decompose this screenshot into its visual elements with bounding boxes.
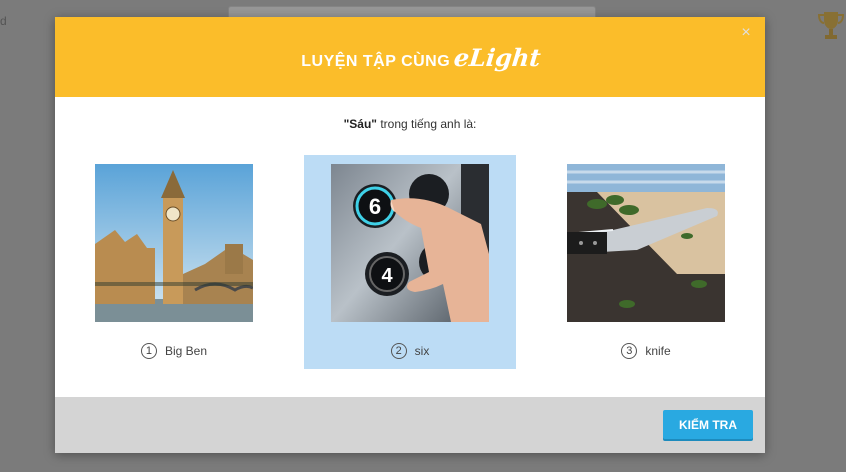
option-number: 2 <box>390 343 407 359</box>
option-number: 1 <box>140 343 157 359</box>
option-number: 3 <box>621 343 638 359</box>
elight-logo: eLight <box>452 42 543 72</box>
modal-header: LUYỆN TẬP CÙNG eLight × <box>55 17 765 97</box>
answer-option-1-label[interactable]: 1 Big Ben <box>68 343 280 359</box>
answer-option-3[interactable]: 3 knife <box>540 155 752 369</box>
answer-option-1[interactable]: 1 Big Ben <box>68 155 280 369</box>
question-word: "Sáu" <box>343 117 377 131</box>
close-button[interactable]: × <box>739 25 753 41</box>
modal-title: LUYỆN TẬP CÙNG eLight <box>301 42 543 72</box>
option-text: knife <box>645 344 671 358</box>
modal-footer: KIỂM TRA <box>55 397 765 453</box>
option-text: Big Ben <box>164 344 208 358</box>
big-ben-image[interactable] <box>95 164 253 322</box>
elevator-buttons-image[interactable]: 6 4 <box>331 164 489 322</box>
answer-option-2[interactable]: 6 4 2 six <box>304 155 516 369</box>
practice-modal: LUYỆN TẬP CÙNG eLight × "Sáu" trong tiến… <box>55 17 765 453</box>
knife-image[interactable] <box>567 164 725 322</box>
answer-option-3-label[interactable]: 3 knife <box>540 343 752 359</box>
svg-text:6: 6 <box>369 194 381 219</box>
question-text: "Sáu" trong tiếng anh là: <box>55 117 765 131</box>
answer-option-2-label[interactable]: 2 six <box>304 343 516 359</box>
question-prompt: trong tiếng anh là: <box>376 117 477 131</box>
svg-text:4: 4 <box>381 265 393 287</box>
check-button[interactable]: KIỂM TRA <box>663 410 753 439</box>
option-text: six <box>414 344 430 358</box>
modal-title-text: LUYỆN TẬP CÙNG <box>301 52 451 70</box>
